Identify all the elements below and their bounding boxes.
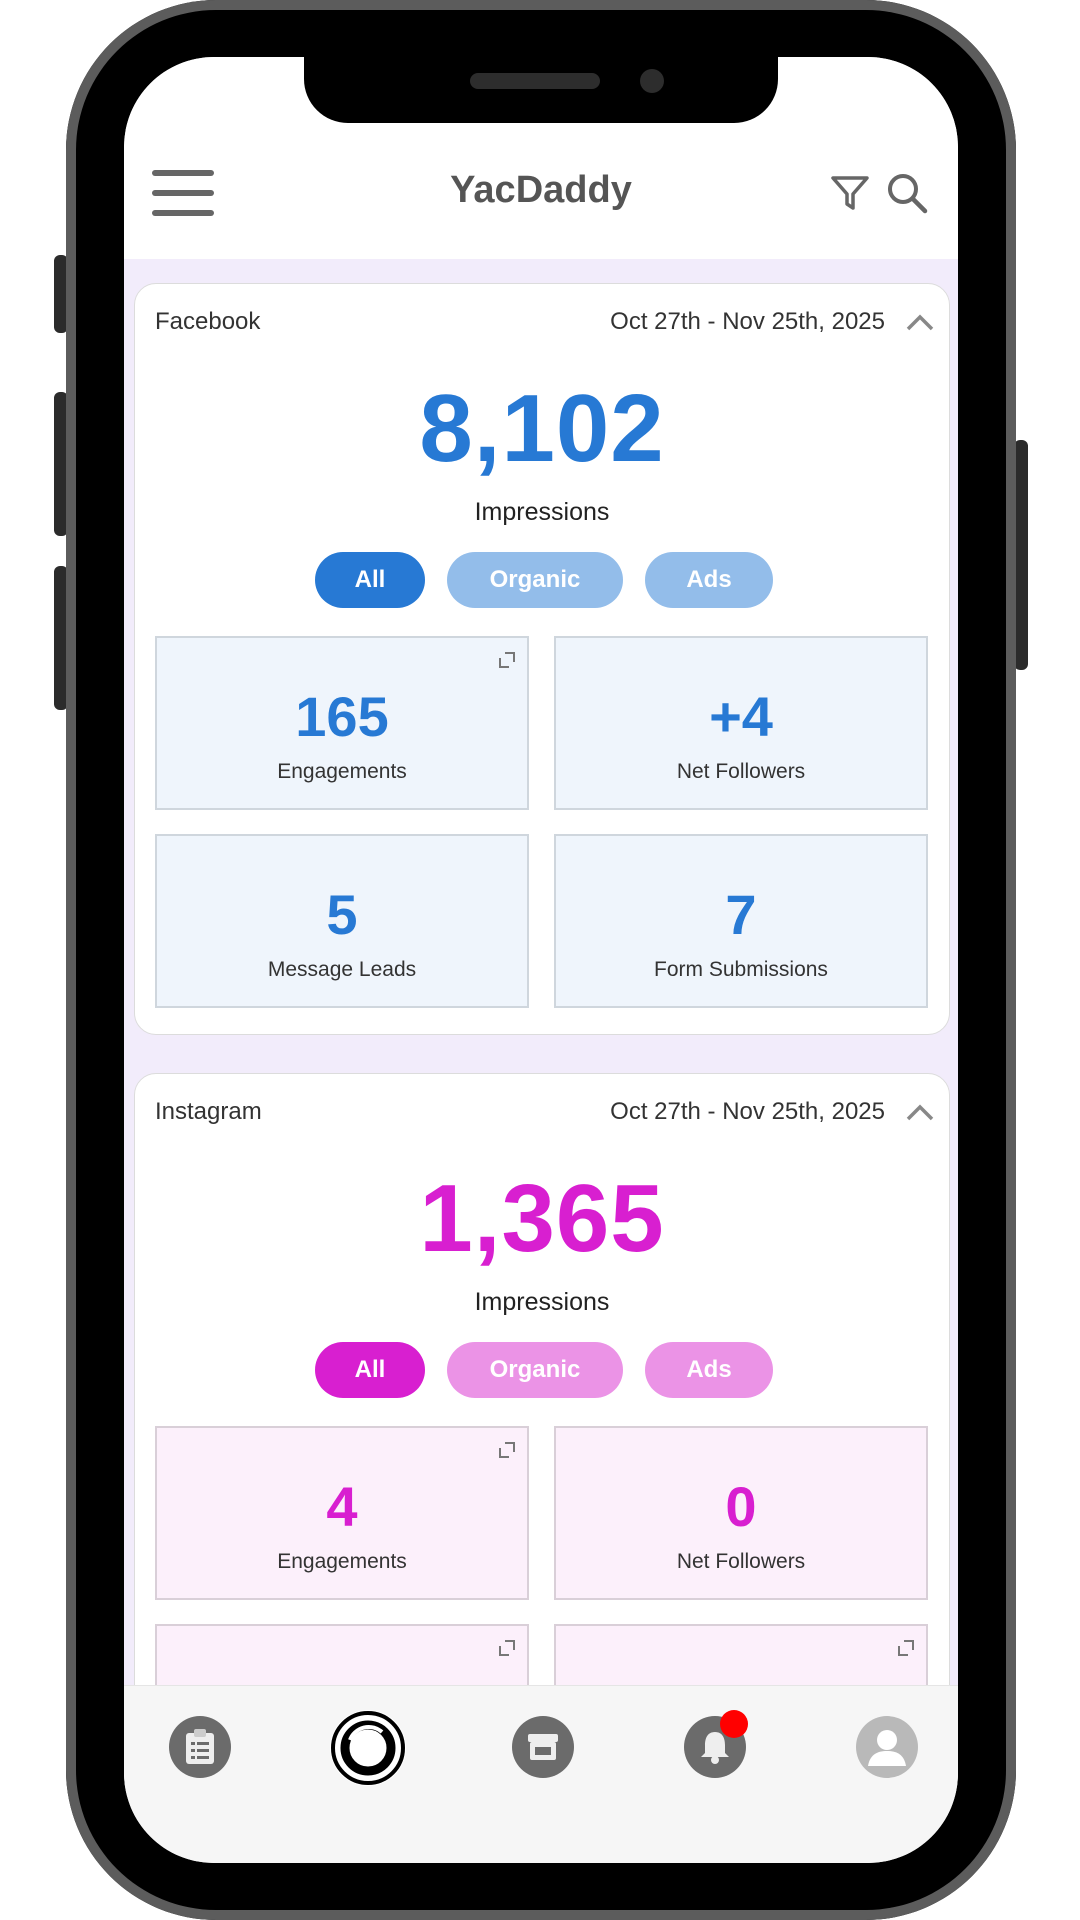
filter-ads-pill[interactable]: Ads xyxy=(645,552,773,608)
filter-organic-pill[interactable]: Organic xyxy=(447,552,623,608)
filter-organic-pill[interactable]: Organic xyxy=(447,1342,623,1398)
phone-screen: YacDaddy Facebook Oct 27th - Nov 25th, 2… xyxy=(124,57,958,1863)
expand-icon[interactable] xyxy=(497,1440,517,1460)
metric-tile[interactable] xyxy=(155,1624,529,1685)
filter-ads-pill[interactable]: Ads xyxy=(645,1342,773,1398)
platform-name: Instagram xyxy=(155,1098,262,1125)
form-submissions-tile[interactable]: 7 Form Submissions xyxy=(554,834,928,1008)
tile-value: 0 xyxy=(725,1475,757,1538)
home-logo-icon[interactable] xyxy=(330,1710,406,1786)
tile-value: 7 xyxy=(725,883,757,946)
engagements-tile[interactable]: 4 Engagements xyxy=(155,1426,529,1600)
power-button xyxy=(1014,440,1028,670)
notch xyxy=(304,57,778,123)
platform-name: Facebook xyxy=(155,308,261,335)
tile-label: Net Followers xyxy=(676,1550,806,1573)
tile-value: +4 xyxy=(709,685,773,748)
search-icon[interactable] xyxy=(886,172,928,214)
store-icon[interactable] xyxy=(512,1716,574,1778)
bottom-nav xyxy=(124,1685,958,1863)
notification-badge xyxy=(720,1710,748,1738)
filter-all-pill[interactable]: All xyxy=(315,1342,425,1398)
dashboard-content[interactable]: Facebook Oct 27th - Nov 25th, 2025 8,102… xyxy=(124,259,958,1685)
speaker-grille xyxy=(470,73,600,89)
date-range[interactable]: Oct 27th - Nov 25th, 2025 xyxy=(610,308,885,336)
net-followers-tile[interactable]: 0 Net Followers xyxy=(554,1426,928,1600)
filter-all-pill[interactable]: All xyxy=(315,552,425,608)
clipboard-icon[interactable] xyxy=(169,1716,231,1778)
tile-label: Engagements xyxy=(277,1550,407,1573)
facebook-card: Facebook Oct 27th - Nov 25th, 2025 8,102… xyxy=(134,283,950,1035)
expand-icon[interactable] xyxy=(497,650,517,670)
impressions-label: Impressions xyxy=(474,1288,610,1316)
chevron-up-icon[interactable] xyxy=(905,1102,935,1122)
expand-icon[interactable] xyxy=(896,1638,916,1658)
date-range[interactable]: Oct 27th - Nov 25th, 2025 xyxy=(610,1098,885,1126)
instagram-card: Instagram Oct 27th - Nov 25th, 2025 1,36… xyxy=(134,1073,950,1685)
avatar-icon[interactable] xyxy=(856,1716,918,1778)
engagements-tile[interactable]: 165 Engagements xyxy=(155,636,529,810)
tile-label: Message Leads xyxy=(267,958,417,981)
tile-label: Net Followers xyxy=(676,760,806,783)
net-followers-tile[interactable]: +4 Net Followers xyxy=(554,636,928,810)
impressions-value: 1,365 xyxy=(419,1165,665,1272)
filter-icon[interactable] xyxy=(830,173,870,213)
tile-value: 165 xyxy=(295,685,389,748)
chevron-up-icon[interactable] xyxy=(905,312,935,332)
impressions-label: Impressions xyxy=(474,498,610,526)
tile-value: 5 xyxy=(326,883,358,946)
metric-tile[interactable] xyxy=(554,1624,928,1685)
impressions-value: 8,102 xyxy=(419,375,665,482)
tile-value: 4 xyxy=(326,1475,358,1538)
front-camera xyxy=(640,69,664,93)
tile-label: Form Submissions xyxy=(654,958,828,981)
expand-icon[interactable] xyxy=(497,1638,517,1658)
tile-label: Engagements xyxy=(277,760,407,783)
message-leads-tile[interactable]: 5 Message Leads xyxy=(155,834,529,1008)
